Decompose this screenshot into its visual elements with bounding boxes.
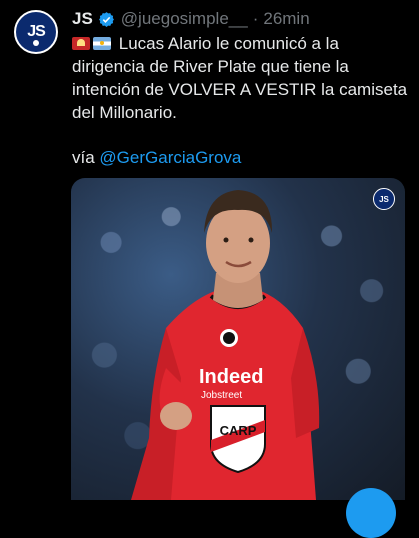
tweet-text: Lucas Alario le comunicó a la dirigencia…	[72, 34, 408, 122]
crest-text: CARP	[220, 423, 257, 438]
via-line: vía @GerGarciaGrova	[72, 148, 241, 168]
tweet-media-image[interactable]: Indeed Jobstreet JS CARP	[71, 178, 405, 500]
watermark-logo: JS	[373, 188, 395, 210]
argentina-flag-icon	[93, 37, 111, 50]
verified-badge-icon[interactable]	[98, 11, 115, 28]
shirt-sponsor-text: Indeed	[199, 366, 263, 388]
avatar[interactable]: JS	[14, 10, 58, 54]
via-label: vía	[72, 148, 95, 167]
siren-emoji-icon	[72, 37, 90, 50]
tweet-header: JS @juegosimple__ · 26min	[72, 8, 310, 30]
author-name[interactable]: JS	[72, 9, 93, 29]
compose-button[interactable]	[346, 488, 396, 538]
avatar-text: JS	[27, 23, 46, 40]
shirt-sponsor-subtext: Jobstreet	[201, 390, 242, 401]
avatar-ball-icon	[33, 40, 39, 46]
timestamp[interactable]: 26min	[263, 9, 309, 29]
author-handle[interactable]: @juegosimple__	[121, 9, 248, 29]
separator: ·	[252, 9, 259, 28]
mention-link[interactable]: @GerGarciaGrova	[99, 148, 241, 167]
watermark-text: JS	[379, 194, 389, 204]
tweet[interactable]: JS JS @juegosimple__ · 26min Lucas Alari…	[0, 0, 419, 538]
river-plate-crest-icon: CARP	[210, 405, 266, 474]
tweet-body: Lucas Alario le comunicó a la dirigencia…	[72, 32, 412, 124]
